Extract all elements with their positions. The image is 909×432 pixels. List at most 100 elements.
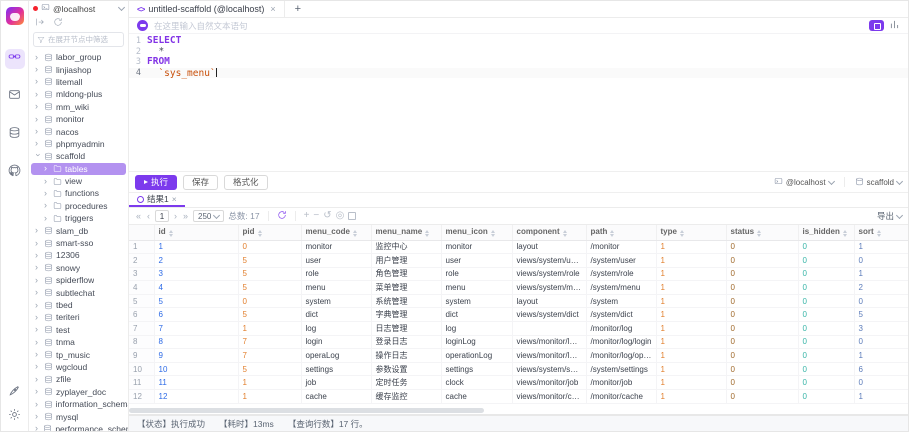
cell-path[interactable]: /system/role <box>586 267 656 281</box>
cell-menu_name[interactable]: 缓存监控 <box>371 390 441 404</box>
cell-menu_icon[interactable]: menu <box>441 281 512 295</box>
cell-type[interactable]: 1 <box>656 294 726 308</box>
sort-icon[interactable] <box>563 230 567 237</box>
tree-item-subtlechat[interactable]: ›subtlechat <box>29 286 128 298</box>
cell-is_hidden[interactable]: 0 <box>798 308 854 322</box>
table-row[interactable]: 11111job定时任务clockviews/monitor/job/monit… <box>129 376 908 390</box>
tree-item-triggers[interactable]: ›triggers <box>29 212 128 224</box>
column-header-menu_name[interactable]: menu_name <box>371 225 441 240</box>
cell-sort[interactable]: 0 <box>854 254 908 268</box>
cell-id[interactable]: 4 <box>154 281 238 295</box>
cell-sort[interactable]: 1 <box>854 240 908 254</box>
chart-button[interactable] <box>889 17 900 35</box>
cell-type[interactable]: 1 <box>656 254 726 268</box>
editor-line[interactable]: 4 `sys_menu` <box>129 68 908 79</box>
cell-id[interactable]: 9 <box>154 349 238 363</box>
cell-path[interactable]: /monitor/log <box>586 322 656 336</box>
tree-item-monitor[interactable]: ›monitor <box>29 113 128 125</box>
cell-id[interactable]: 10 <box>154 362 238 376</box>
cell-menu_name[interactable]: 操作日志 <box>371 349 441 363</box>
cell-is_hidden[interactable]: 0 <box>798 390 854 404</box>
add-row-button[interactable]: + <box>304 211 310 221</box>
cell-type[interactable]: 1 <box>656 267 726 281</box>
cell-menu_icon[interactable]: user <box>441 254 512 268</box>
cell-menu_name[interactable]: 系统管理 <box>371 294 441 308</box>
cell-status[interactable]: 0 <box>726 376 798 390</box>
sort-icon[interactable] <box>258 230 262 237</box>
ai-input[interactable]: 在这里输入自然文本语句 <box>154 20 863 32</box>
table-row[interactable]: 12121cache缓存监控cacheviews/monitor/cache/m… <box>129 390 908 404</box>
locate-icon[interactable] <box>35 14 45 32</box>
cell-is_hidden[interactable]: 0 <box>798 376 854 390</box>
chevron-right-icon[interactable]: › <box>35 65 41 74</box>
column-header-id[interactable]: id <box>154 225 238 240</box>
tree-item-wgcloud[interactable]: ›wgcloud <box>29 361 128 373</box>
tree-item-zyplayer_doc[interactable]: ›zyplayer_doc <box>29 386 128 398</box>
chevron-right-icon[interactable]: › <box>35 301 41 310</box>
submit-changes-icon[interactable] <box>348 212 356 220</box>
preview-changes-icon[interactable]: ◎ <box>336 211 345 221</box>
cell-rowno[interactable]: 8 <box>129 335 154 349</box>
tree-item-labor_group[interactable]: ›labor_group <box>29 51 128 63</box>
close-tab-icon[interactable]: × <box>270 4 275 14</box>
cell-status[interactable]: 0 <box>726 240 798 254</box>
cell-menu_code[interactable]: login <box>301 335 371 349</box>
sort-icon[interactable] <box>757 230 761 237</box>
editor-line[interactable]: 2 * <box>129 47 908 58</box>
cell-pid[interactable]: 5 <box>238 308 301 322</box>
cell-menu_code[interactable]: system <box>301 294 371 308</box>
chevron-right-icon[interactable]: › <box>35 424 40 431</box>
refresh-result-button[interactable] <box>277 210 287 222</box>
column-header-sort[interactable]: sort <box>854 225 908 240</box>
tree-item-nacos[interactable]: ›nacos <box>29 125 128 137</box>
table-row[interactable]: 10105settings参数设置settingsviews/system/se… <box>129 362 908 376</box>
tree-item-functions[interactable]: ›functions <box>29 187 128 199</box>
cell-menu_code[interactable]: settings <box>301 362 371 376</box>
tree-item-smart-sso[interactable]: ›smart-sso <box>29 237 128 249</box>
cell-menu_icon[interactable]: system <box>441 294 512 308</box>
cell-pid[interactable]: 5 <box>238 281 301 295</box>
tree-item-view[interactable]: ›view <box>29 175 128 187</box>
cell-component[interactable]: layout <box>512 240 586 254</box>
cell-type[interactable]: 1 <box>656 362 726 376</box>
cell-component[interactable]: views/monitor/log/operation <box>512 349 586 363</box>
cell-component[interactable]: views/system/menu <box>512 281 586 295</box>
table-row[interactable]: 997operaLog操作日志operationLogviews/monitor… <box>129 349 908 363</box>
cell-menu_code[interactable]: cache <box>301 390 371 404</box>
cell-path[interactable]: /monitor/log/login <box>586 335 656 349</box>
result-tab-1[interactable]: 结果1 × <box>129 193 185 207</box>
cell-pid[interactable]: 0 <box>238 240 301 254</box>
cell-is_hidden[interactable]: 0 <box>798 281 854 295</box>
run-button[interactable]: 执行 <box>135 175 177 190</box>
cell-status[interactable]: 0 <box>726 335 798 349</box>
revert-button[interactable]: ↺ <box>323 211 331 221</box>
cell-status[interactable]: 0 <box>726 281 798 295</box>
tree-item-snowy[interactable]: ›snowy <box>29 262 128 274</box>
chevron-right-icon[interactable]: › <box>35 338 41 347</box>
cell-type[interactable]: 1 <box>656 281 726 295</box>
tree-item-linjiashop[interactable]: ›linjiashop <box>29 63 128 75</box>
connections-nav-button[interactable] <box>5 49 25 69</box>
cell-menu_code[interactable]: user <box>301 254 371 268</box>
tree-item-tbed[interactable]: ›tbed <box>29 299 128 311</box>
cell-id[interactable]: 2 <box>154 254 238 268</box>
tree-item-teriteri[interactable]: ›teriteri <box>29 311 128 323</box>
table-row[interactable]: 110monitor监控中心monitorlayout/monitor1001 <box>129 240 908 254</box>
sort-icon[interactable] <box>353 230 357 237</box>
cell-sort[interactable]: 0 <box>854 376 908 390</box>
chevron-right-icon[interactable]: › <box>35 251 41 260</box>
github-nav-button[interactable] <box>5 163 25 183</box>
chevron-right-icon[interactable]: › <box>35 325 41 334</box>
cell-rowno[interactable]: 11 <box>129 376 154 390</box>
cell-sort[interactable]: 2 <box>854 281 908 295</box>
chevron-right-icon[interactable]: › <box>35 139 41 148</box>
close-result-tab-icon[interactable]: × <box>172 194 177 204</box>
column-header-component[interactable]: component <box>512 225 586 240</box>
cell-type[interactable]: 1 <box>656 322 726 336</box>
cell-menu_name[interactable]: 菜单管理 <box>371 281 441 295</box>
editor-line[interactable]: 3FROM <box>129 57 908 68</box>
sort-icon[interactable] <box>169 230 173 237</box>
chevron-right-icon[interactable]: › <box>35 387 41 396</box>
chevron-right-icon[interactable]: › <box>44 214 50 223</box>
last-page-button[interactable]: » <box>182 211 189 221</box>
